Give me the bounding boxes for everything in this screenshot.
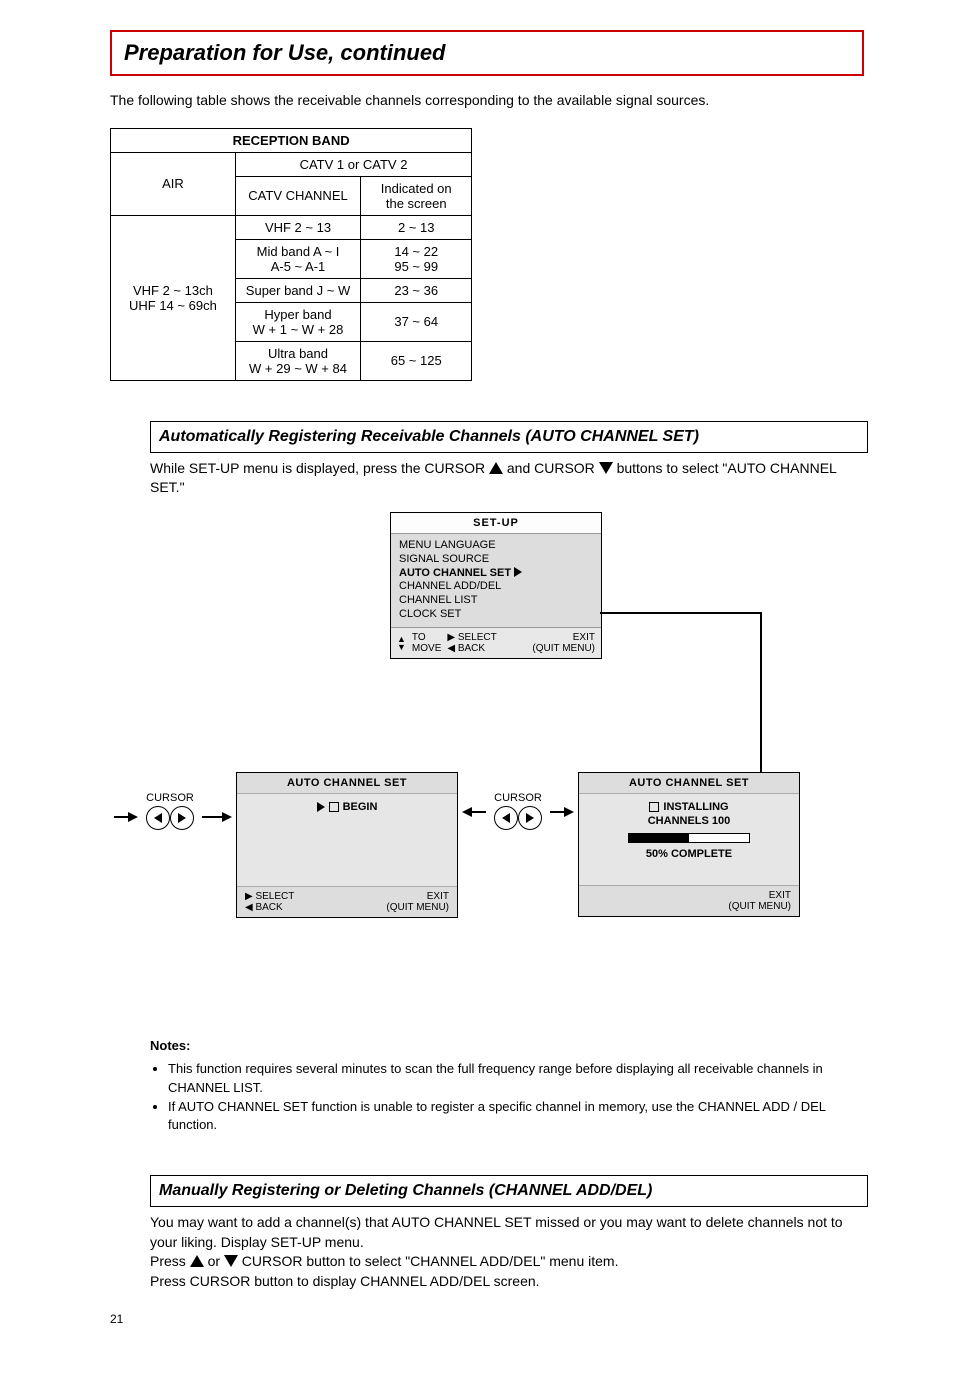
up-icon	[489, 462, 503, 474]
col-air: AIR	[111, 152, 236, 215]
cursor-left-block: CURSOR	[146, 792, 194, 830]
notes-heading: Notes:	[150, 1038, 190, 1053]
cursor-label: CURSOR	[494, 792, 542, 804]
catv-3: Hyper band W + 1 ~ W + 28	[235, 302, 360, 341]
cursor-right-button[interactable]	[170, 806, 194, 830]
cursor-left-button[interactable]	[494, 806, 518, 830]
osd-installing: AUTO CHANNEL SET INSTALLING CHANNELS 100…	[578, 772, 800, 917]
col-indicated: Indicated on the screen	[361, 176, 472, 215]
menu-item: CHANNEL LIST	[399, 594, 593, 608]
auto-channel-heading: Automatically Registering Receivable Cha…	[150, 421, 868, 453]
note-2: If AUTO CHANNEL SET function is unable t…	[168, 1098, 850, 1136]
channels-label: CHANNELS 100	[589, 814, 789, 828]
foot-move: TO MOVE	[412, 632, 441, 654]
up-icon	[190, 1255, 204, 1267]
ind-4: 65 ~ 125	[361, 341, 472, 380]
menu-item: SIGNAL SOURCE	[399, 553, 593, 567]
osd-setup: SET-UP MENU LANGUAGE SIGNAL SOURCE AUTO …	[390, 512, 602, 659]
catv-1: Mid band A ~ I A-5 ~ A-1	[235, 239, 360, 278]
auto-channel-text: While SET-UP menu is displayed, press th…	[150, 459, 850, 498]
cursor-right-button[interactable]	[518, 806, 542, 830]
installing-label: INSTALLING	[663, 800, 728, 814]
cursor-right-block: CURSOR	[494, 792, 542, 830]
osd-installing-title: AUTO CHANNEL SET	[579, 773, 799, 794]
down-icon	[224, 1255, 238, 1267]
menu-item: CHANNEL ADD/DEL	[399, 580, 593, 594]
col-catv-channel: CATV CHANNEL	[235, 176, 360, 215]
note-1: This function requires several minutes t…	[168, 1060, 850, 1098]
notes-block: Notes: This function requires several mi…	[150, 1037, 850, 1135]
menu-item: CLOCK SET	[399, 608, 593, 622]
progress-bar	[628, 833, 750, 843]
page-title: Preparation for Use, continued	[110, 30, 864, 76]
stop-icon	[329, 802, 339, 812]
ind-2: 23 ~ 36	[361, 278, 472, 302]
flow-diagram: SET-UP MENU LANGUAGE SIGNAL SOURCE AUTO …	[110, 512, 880, 1012]
stop-icon	[649, 802, 659, 812]
catv-4: Ultra band W + 29 ~ W + 84	[235, 341, 360, 380]
play-icon	[317, 802, 325, 812]
down-icon	[599, 462, 613, 474]
col-catv-group: CATV 1 or CATV 2	[235, 152, 471, 176]
menu-item: MENU LANGUAGE	[399, 539, 593, 553]
menu-item-selected: AUTO CHANNEL SET	[399, 567, 593, 581]
cursor-label: CURSOR	[146, 792, 194, 804]
complete-label: 50% COMPLETE	[589, 847, 789, 861]
cursor-left-button[interactable]	[146, 806, 170, 830]
table-header: RECEPTION BAND	[111, 128, 472, 152]
ind-3: 37 ~ 64	[361, 302, 472, 341]
catv-2: Super band J ~ W	[235, 278, 360, 302]
osd-setup-title: SET-UP	[391, 513, 601, 534]
reception-band-table: RECEPTION BAND AIR CATV 1 or CATV 2 CATV…	[110, 128, 472, 381]
osd-begin-title: AUTO CHANNEL SET	[237, 773, 457, 794]
begin-row: BEGIN	[247, 800, 447, 814]
catv-0: VHF 2 ~ 13	[235, 215, 360, 239]
intro-text: The following table shows the receivable…	[110, 91, 864, 110]
ind-0: 2 ~ 13	[361, 215, 472, 239]
air-values: VHF 2 ~ 13chUHF 14 ~ 69ch	[111, 215, 236, 380]
page-number: 21	[110, 1312, 864, 1326]
osd-begin: AUTO CHANNEL SET BEGIN ▶ SELECT ◀ BACK	[236, 772, 458, 918]
right-icon	[514, 567, 522, 577]
channel-add-del-text: You may want to add a channel(s) that AU…	[150, 1213, 850, 1291]
ind-1: 14 ~ 22 95 ~ 99	[361, 239, 472, 278]
channel-add-del-heading: Manually Registering or Deleting Channel…	[150, 1175, 868, 1207]
